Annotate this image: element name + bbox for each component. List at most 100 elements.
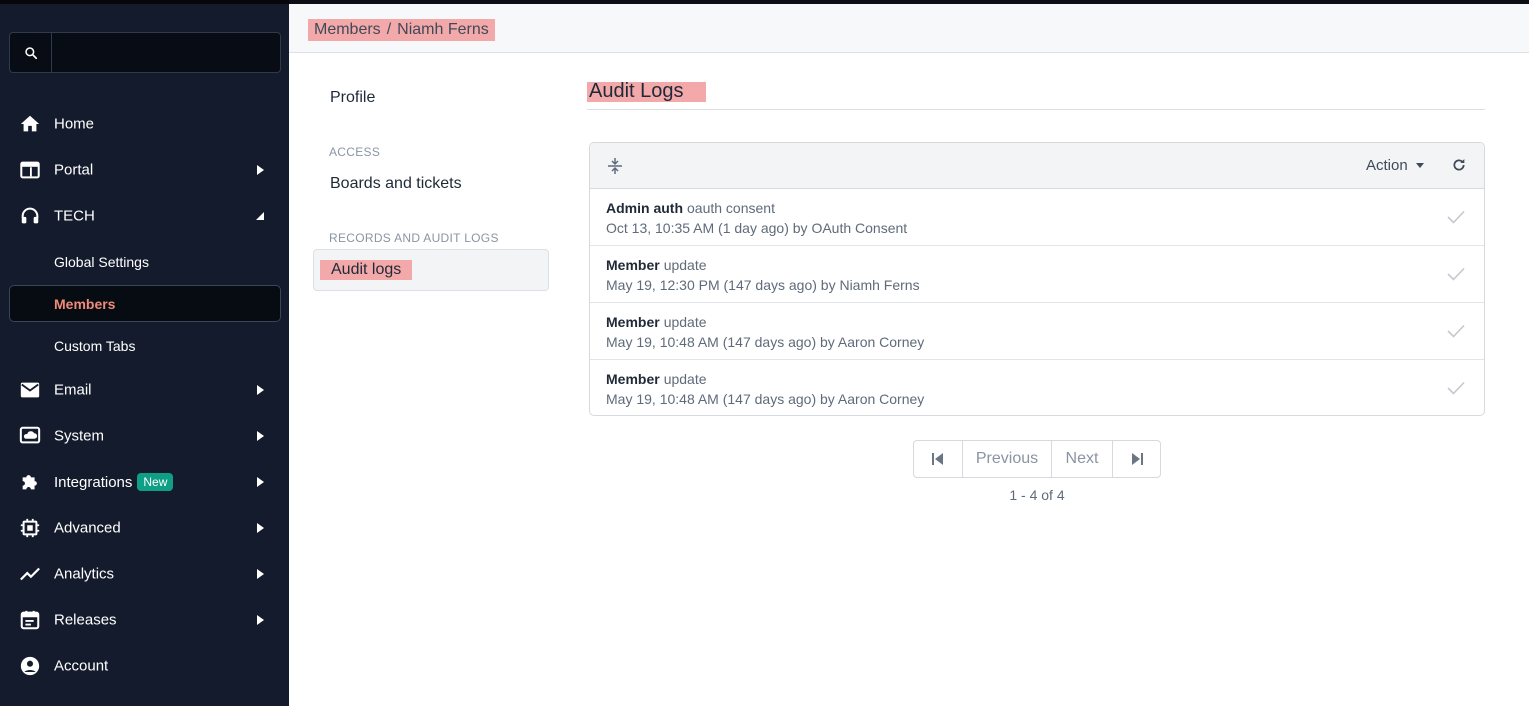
calendar-icon xyxy=(19,609,41,631)
caret-right-icon xyxy=(255,476,265,488)
menu-profile[interactable]: Profile xyxy=(330,89,375,107)
check-icon xyxy=(1446,379,1466,397)
nav-integrations-text: Integrations xyxy=(54,473,133,491)
row-subject: Member xyxy=(606,314,660,330)
row-action: update xyxy=(663,257,707,273)
nav-members[interactable]: Members xyxy=(9,285,281,322)
action-dropdown-label: Action xyxy=(1366,157,1408,174)
nav-account[interactable]: Account xyxy=(0,646,289,686)
refresh-icon xyxy=(1453,159,1465,171)
last-page-icon xyxy=(1131,453,1143,465)
nav-global-settings[interactable]: Global Settings xyxy=(0,244,289,280)
nav-integrations-label: Integrations New xyxy=(54,473,174,491)
trend-icon xyxy=(19,563,41,585)
breadcrumb-current: Niamh Ferns xyxy=(397,21,489,38)
nav-portal[interactable]: Portal xyxy=(0,150,289,190)
nav-analytics-label: Analytics xyxy=(54,565,115,583)
action-dropdown[interactable]: Action xyxy=(1366,157,1424,174)
nav-system-label: System xyxy=(54,427,105,445)
nav-releases-label: Releases xyxy=(54,611,117,629)
row-subject: Admin auth xyxy=(606,200,683,216)
previous-page-button[interactable]: Previous xyxy=(963,441,1052,477)
nav-integrations[interactable]: Integrations New xyxy=(0,462,289,502)
caret-right-icon xyxy=(255,522,265,534)
nav-tech-label: TECH xyxy=(54,207,95,225)
window-icon xyxy=(19,159,41,181)
account-icon xyxy=(19,655,41,677)
table-toolbar: Action xyxy=(590,143,1484,189)
check-icon xyxy=(1446,265,1466,283)
puzzle-icon xyxy=(19,471,41,493)
table-row[interactable]: Admin auth oauth consent Oct 13, 10:35 AM… xyxy=(590,189,1484,246)
top-bar: Members / Niamh Ferns xyxy=(289,0,1529,53)
page-title: Audit Logs xyxy=(587,80,706,102)
row-summary: Member update xyxy=(606,371,707,387)
row-detail: May 19, 10:48 AM (147 days ago) by Aaron… xyxy=(606,334,925,350)
search-button[interactable] xyxy=(10,33,52,72)
pagination-range: 1 - 4 of 4 xyxy=(1009,487,1065,503)
row-detail: May 19, 10:48 AM (147 days ago) by Aaron… xyxy=(606,391,925,407)
breadcrumb: Members / Niamh Ferns xyxy=(308,19,495,41)
last-page-button[interactable] xyxy=(1113,441,1160,477)
search-box xyxy=(9,32,281,73)
pagination: Previous Next xyxy=(913,440,1161,478)
chevron-down-icon xyxy=(1415,163,1424,168)
nav-account-label: Account xyxy=(54,657,109,675)
nav-custom-tabs-label: Custom Tabs xyxy=(54,338,136,354)
menu-boards-and-tickets[interactable]: Boards and tickets xyxy=(330,175,462,193)
caret-right-icon xyxy=(255,384,265,396)
breadcrumb-members-link[interactable]: Members xyxy=(314,21,381,38)
menu-audit-logs[interactable]: Audit logs xyxy=(313,249,549,291)
nav-analytics[interactable]: Analytics xyxy=(0,554,289,594)
nav-portal-label: Portal xyxy=(54,161,94,179)
sidebar: Home Portal TECH Global Settings Members… xyxy=(0,0,289,706)
collapse-icon xyxy=(608,158,622,174)
cloud-icon xyxy=(19,425,41,447)
refresh-button[interactable] xyxy=(1450,156,1468,174)
nav-tech[interactable]: TECH xyxy=(0,196,289,236)
caret-right-icon xyxy=(255,568,265,580)
nav-members-label: Members xyxy=(54,295,116,312)
row-subject: Member xyxy=(606,371,660,387)
menu-access-heading: ACCESS xyxy=(329,145,381,159)
nav-advanced[interactable]: Advanced xyxy=(0,508,289,548)
row-subject: Member xyxy=(606,257,660,273)
table-row[interactable]: Member update May 19, 10:48 AM (147 days … xyxy=(590,303,1484,360)
first-page-icon xyxy=(932,453,943,465)
nav-releases[interactable]: Releases xyxy=(0,600,289,640)
nav-home[interactable]: Home xyxy=(0,104,289,144)
page-title-text: Audit Logs xyxy=(589,80,684,102)
nav-email[interactable]: Email xyxy=(0,370,289,410)
search-icon xyxy=(24,46,37,59)
nav-global-settings-label: Global Settings xyxy=(54,254,149,270)
nav-advanced-label: Advanced xyxy=(54,519,121,537)
row-action: oauth consent xyxy=(687,200,775,216)
breadcrumb-separator: / xyxy=(386,21,392,38)
chip-icon xyxy=(19,517,41,539)
menu-records-heading: RECORDS AND AUDIT LOGS xyxy=(329,231,499,245)
row-summary: Member update xyxy=(606,257,707,273)
row-action: update xyxy=(663,314,707,330)
nav-system[interactable]: System xyxy=(0,416,289,456)
nav-custom-tabs[interactable]: Custom Tabs xyxy=(0,328,289,364)
home-icon xyxy=(19,113,41,135)
nav-home-label: Home xyxy=(54,115,95,133)
headset-icon xyxy=(19,205,41,227)
row-summary: Member update xyxy=(606,314,707,330)
search-input[interactable] xyxy=(52,33,280,72)
caret-right-icon xyxy=(255,430,265,442)
check-icon xyxy=(1446,322,1466,340)
row-summary: Admin auth oauth consent xyxy=(606,200,775,216)
table-row[interactable]: Member update May 19, 10:48 AM (147 days … xyxy=(590,360,1484,415)
collapse-rows-button[interactable] xyxy=(604,155,626,177)
title-divider xyxy=(587,109,1485,110)
new-badge: New xyxy=(137,473,174,491)
row-action: update xyxy=(663,371,707,387)
audit-log-table: Action Admin auth oauth consent Oct 13, 1… xyxy=(589,142,1485,416)
first-page-button[interactable] xyxy=(914,441,963,477)
caret-up-icon xyxy=(255,210,265,222)
row-detail: Oct 13, 10:35 AM (1 day ago) by OAuth Co… xyxy=(606,220,908,236)
table-row[interactable]: Member update May 19, 12:30 PM (147 days … xyxy=(590,246,1484,303)
next-page-button[interactable]: Next xyxy=(1052,441,1113,477)
check-icon xyxy=(1446,208,1466,226)
